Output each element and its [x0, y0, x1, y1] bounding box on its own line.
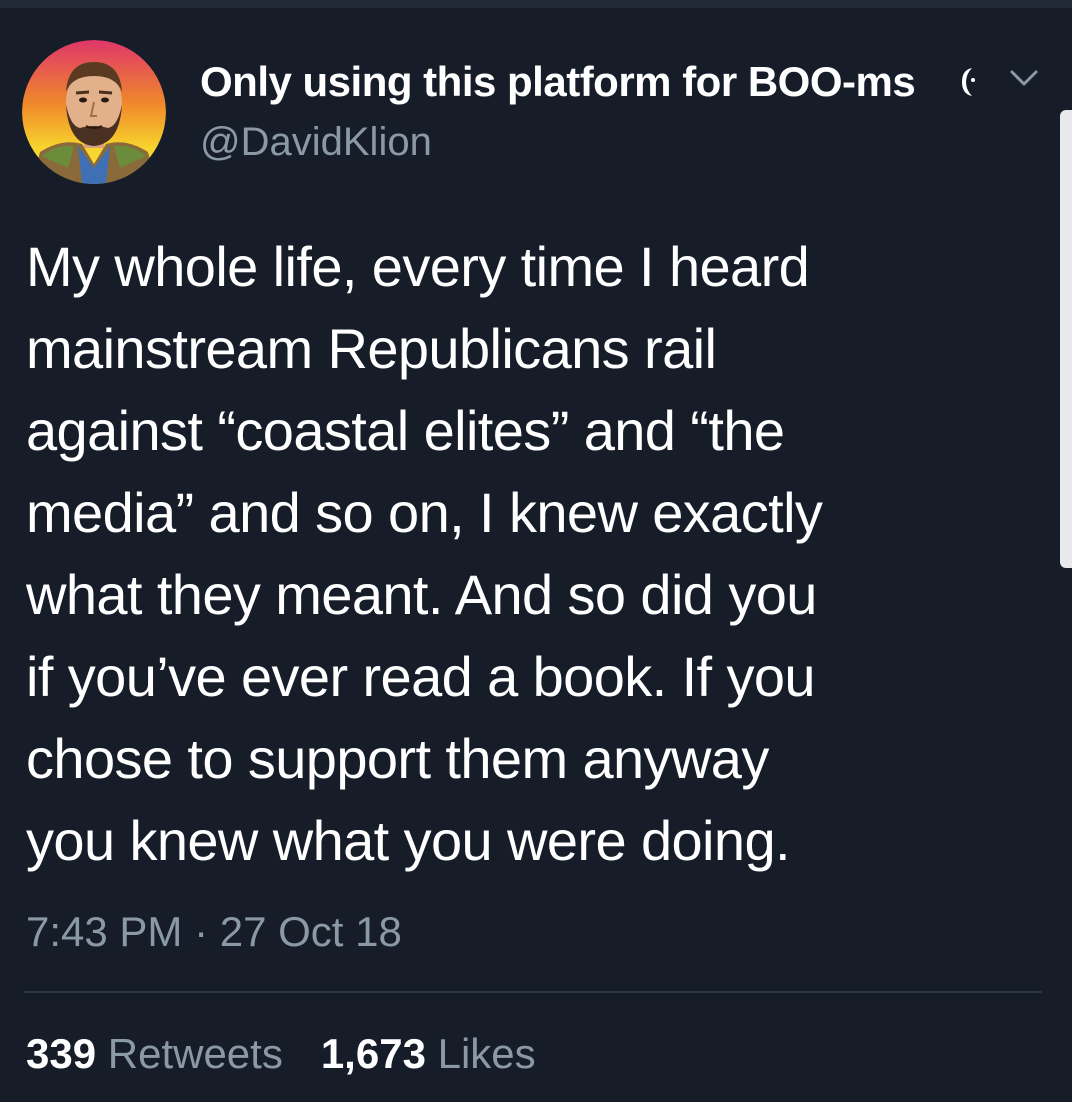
likes-label: Likes [437, 1030, 536, 1077]
retweets-stat[interactable]: 339 Retweets [26, 1030, 283, 1077]
retweets-label: Retweets [107, 1030, 283, 1077]
tweet-stats: 339 Retweets 1,673 Likes [26, 1030, 536, 1078]
tweet-timestamp: 7:43 PM · 27 Oct 18 [26, 908, 402, 956]
ghost-emoji-icon [962, 68, 975, 96]
user-handle[interactable]: @DavidKlion [200, 120, 432, 165]
likes-stat[interactable]: 1,673 Likes [321, 1030, 536, 1077]
bearded-man-avatar-icon [22, 40, 166, 184]
tweet-time: 7:43 PM [26, 908, 183, 955]
top-strip [0, 0, 1072, 8]
timestamp-separator: · [182, 908, 220, 955]
avatar[interactable] [22, 40, 166, 184]
chevron-down-icon[interactable] [1004, 64, 1044, 94]
scrollbar[interactable] [1060, 110, 1072, 568]
tweet-date: 27 Oct 18 [219, 908, 402, 955]
retweets-count: 339 [26, 1030, 97, 1077]
display-name[interactable]: Only using this platform for BOO-ms [200, 58, 916, 106]
divider [24, 991, 1042, 993]
tweet-text: My whole life, every time I heard mainst… [26, 235, 823, 872]
likes-count: 1,673 [320, 1030, 426, 1077]
